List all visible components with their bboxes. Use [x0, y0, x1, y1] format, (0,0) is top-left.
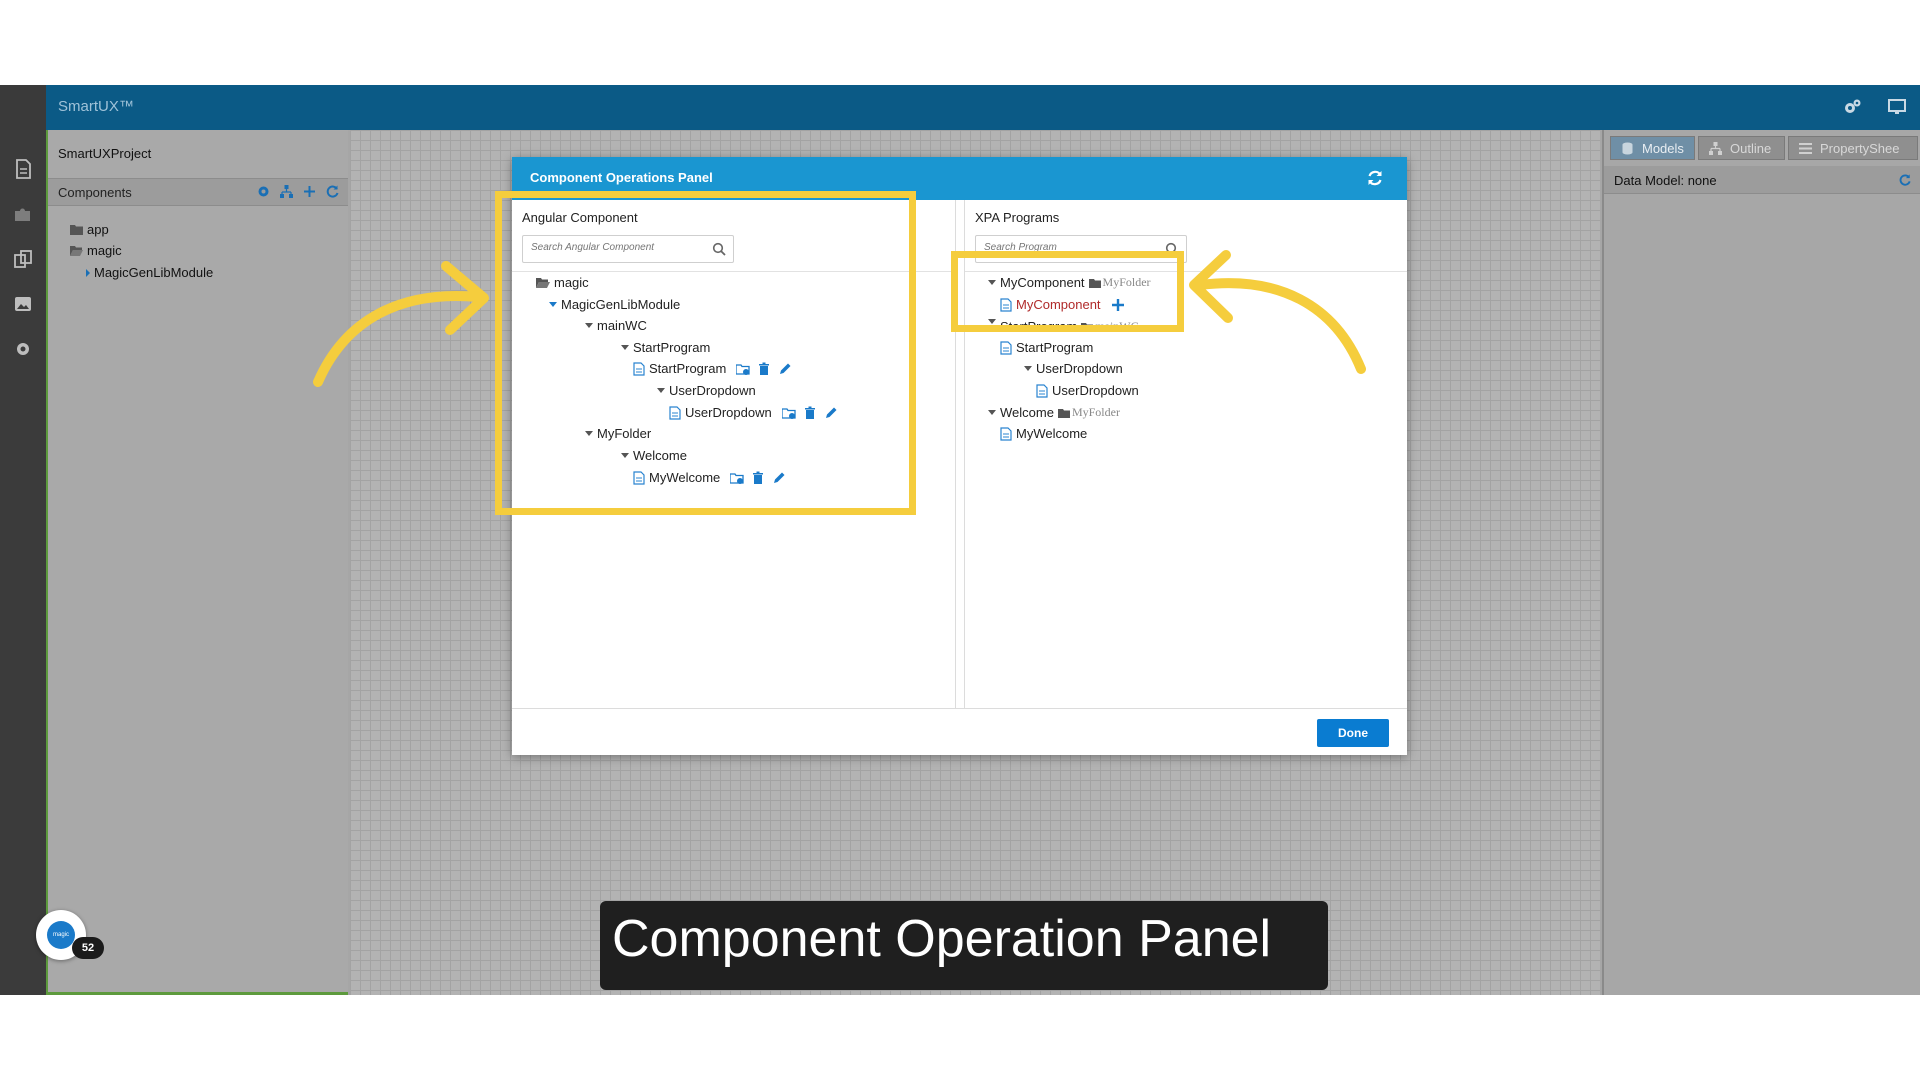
tree-label: UserDropdown: [1036, 361, 1123, 376]
tree-label: StartProgram: [1016, 340, 1094, 355]
data-model-label: Data Model: none: [1614, 173, 1717, 188]
gear-icon[interactable]: [12, 338, 34, 360]
tree-label: magic: [87, 243, 122, 258]
left-icon-rail: [0, 130, 46, 995]
folder-icon: [70, 225, 83, 235]
brand-title: SmartUX™: [58, 98, 134, 115]
xpa-userdropdown-child[interactable]: UserDropdown: [1036, 383, 1139, 398]
sitemap-icon: [1709, 141, 1722, 155]
tree-label: MagicGenLibModule: [94, 265, 214, 280]
tree-module[interactable]: MagicGenLibModule: [86, 265, 213, 280]
monitor-icon[interactable]: [1886, 96, 1908, 118]
done-button[interactable]: Done: [1317, 719, 1389, 747]
tab-label: Outline: [1730, 140, 1772, 156]
tree-label: app: [87, 222, 109, 237]
components-panel: SmartUXProject Components app magic Magi…: [46, 130, 348, 995]
add-icon[interactable]: [302, 184, 317, 199]
magic-logo-icon: magic: [47, 921, 75, 949]
folder-open-icon: [70, 246, 83, 256]
dialog-title: Component Operations Panel: [530, 170, 713, 185]
list-icon: [1799, 142, 1812, 154]
xpa-startprogram-child[interactable]: StartProgram: [1000, 340, 1093, 355]
refresh-icon[interactable]: [325, 184, 340, 199]
tab-outline[interactable]: Outline: [1698, 136, 1785, 160]
dialog-footer: Done: [512, 708, 1407, 755]
highlight-box-angular: [495, 191, 916, 515]
puzzle-icon[interactable]: [12, 203, 34, 225]
components-header: Components: [48, 178, 348, 206]
tab-label: Models: [1642, 140, 1684, 156]
refresh-icon[interactable]: [1365, 168, 1385, 188]
xpa-welcome-parent[interactable]: Welcome MyFolder: [988, 405, 1120, 420]
caption-text: Component Operation Panel: [612, 910, 1272, 968]
file-icon: [1000, 426, 1012, 441]
tree-folder-magic[interactable]: magic: [70, 243, 122, 258]
project-name[interactable]: SmartUXProject: [58, 146, 151, 161]
step-count-badge: 52: [72, 937, 104, 959]
tree-label: UserDropdown: [1052, 383, 1139, 398]
tree-label: MyWelcome: [1016, 426, 1088, 441]
components-title: Components: [58, 185, 132, 200]
file-icon: [1000, 340, 1012, 355]
xpa-userdropdown-parent[interactable]: UserDropdown: [1024, 361, 1123, 376]
hierarchy-icon[interactable]: [279, 184, 294, 199]
caret-right-icon: [86, 268, 90, 277]
refresh-icon[interactable]: [1898, 173, 1912, 187]
document-icon[interactable]: [12, 158, 34, 180]
database-icon: [1622, 142, 1633, 154]
models-panel: Models Outline PropertyShee Data Model: …: [1602, 130, 1920, 995]
top-bar: SmartUX™: [0, 85, 1920, 130]
tab-models[interactable]: Models: [1610, 136, 1695, 160]
tree-folder-app[interactable]: app: [70, 222, 109, 237]
folder-icon: [1057, 408, 1070, 418]
settings-icon[interactable]: [256, 184, 271, 199]
caret-down-icon: [1024, 366, 1032, 371]
top-bar-corner: [0, 85, 46, 130]
tab-label: PropertyShee: [1820, 140, 1900, 156]
xpa-mywelcome-child[interactable]: MyWelcome: [1000, 426, 1087, 441]
image-icon[interactable]: [12, 293, 34, 315]
copy-icon[interactable]: [12, 248, 34, 270]
caret-down-icon: [988, 410, 996, 415]
data-model-header: Data Model: none: [1604, 166, 1920, 194]
settings-cogs-icon[interactable]: [1842, 96, 1864, 118]
folder-note-label: MyFolder: [1071, 405, 1120, 419]
tree-label: Welcome: [1000, 405, 1054, 420]
file-icon: [1036, 383, 1048, 398]
tab-propertysheet[interactable]: PropertyShee: [1788, 136, 1918, 160]
caption-banner: Component Operation Panel: [600, 901, 1328, 990]
highlight-box-xpa: [951, 251, 1184, 332]
xpa-programs-title: XPA Programs: [975, 210, 1060, 225]
